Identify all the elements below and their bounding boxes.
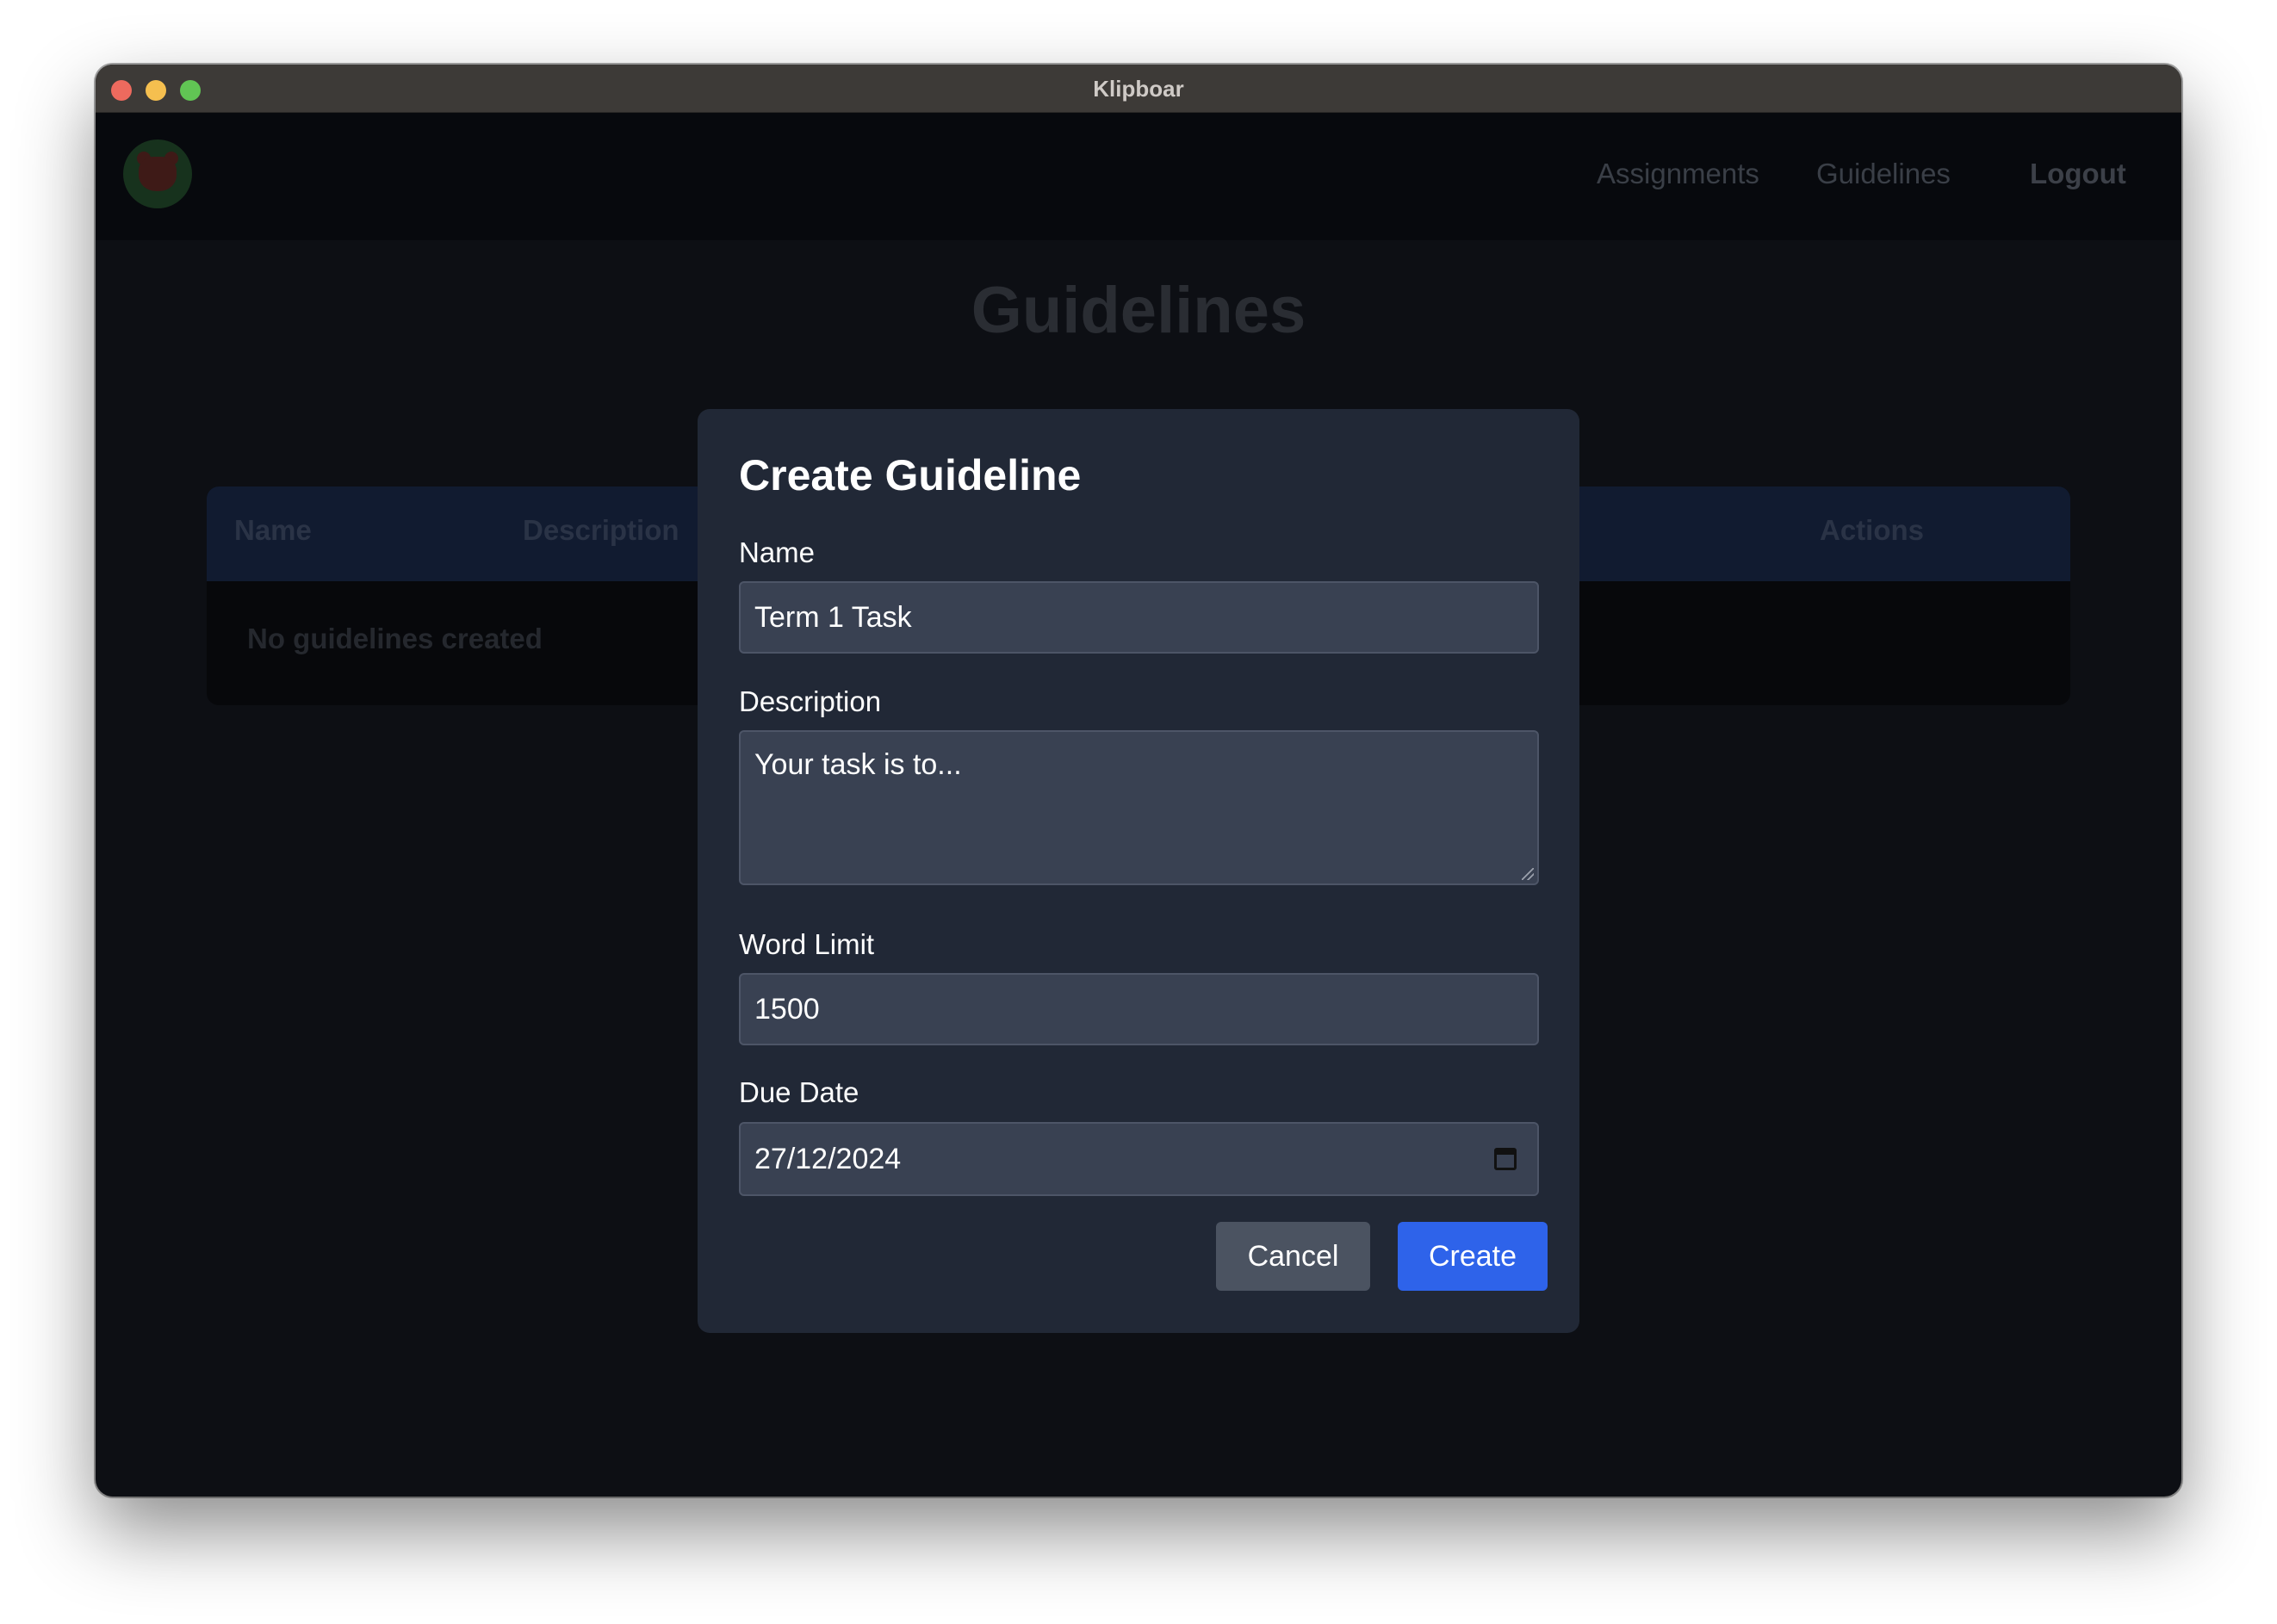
word-limit-label: Word Limit — [739, 928, 875, 960]
create-guideline-modal: Create Guideline Name Term 1 Task Descri… — [698, 409, 1579, 1333]
column-header-description: Description — [523, 514, 679, 546]
nav-link-guidelines[interactable]: Guidelines — [1816, 154, 1951, 194]
due-date-input[interactable]: 27/12/2024 — [739, 1122, 1539, 1196]
empty-table-message: No guidelines created — [247, 623, 543, 654]
name-input[interactable]: Term 1 Task — [739, 581, 1539, 654]
create-button[interactable]: Create — [1398, 1222, 1548, 1291]
word-limit-input[interactable]: 1500 — [739, 973, 1539, 1045]
logo-icon[interactable] — [123, 139, 192, 208]
due-date-label: Due Date — [739, 1076, 859, 1108]
due-date-value: 27/12/2024 — [754, 1143, 902, 1175]
column-header-actions: Actions — [1820, 514, 1925, 546]
description-text: Your task is to... — [754, 748, 962, 781]
modal-title: Create Guideline — [739, 451, 1082, 499]
navbar: Assignments Guidelines Logout — [96, 113, 2181, 240]
logout-button[interactable]: Logout — [2030, 154, 2126, 194]
title-bar: Klipboar — [96, 65, 2181, 113]
description-label: Description — [739, 685, 882, 717]
description-textarea[interactable]: Your task is to... — [739, 730, 1539, 885]
column-header-name: Name — [234, 514, 312, 546]
window-title: Klipboar — [1093, 76, 1184, 102]
cancel-button[interactable]: Cancel — [1216, 1222, 1370, 1291]
calendar-icon[interactable] — [1494, 1148, 1517, 1170]
resize-handle-icon[interactable] — [1522, 868, 1534, 880]
app-window: Klipboar Assignments Guidelines Logout G… — [96, 65, 2181, 1497]
logo-mark — [139, 157, 177, 191]
name-label: Name — [739, 536, 816, 568]
app-content: Assignments Guidelines Logout Guidelines… — [96, 113, 2181, 1497]
page-title: Guidelines — [971, 274, 1306, 347]
nav-link-assignments[interactable]: Assignments — [1597, 154, 1759, 194]
